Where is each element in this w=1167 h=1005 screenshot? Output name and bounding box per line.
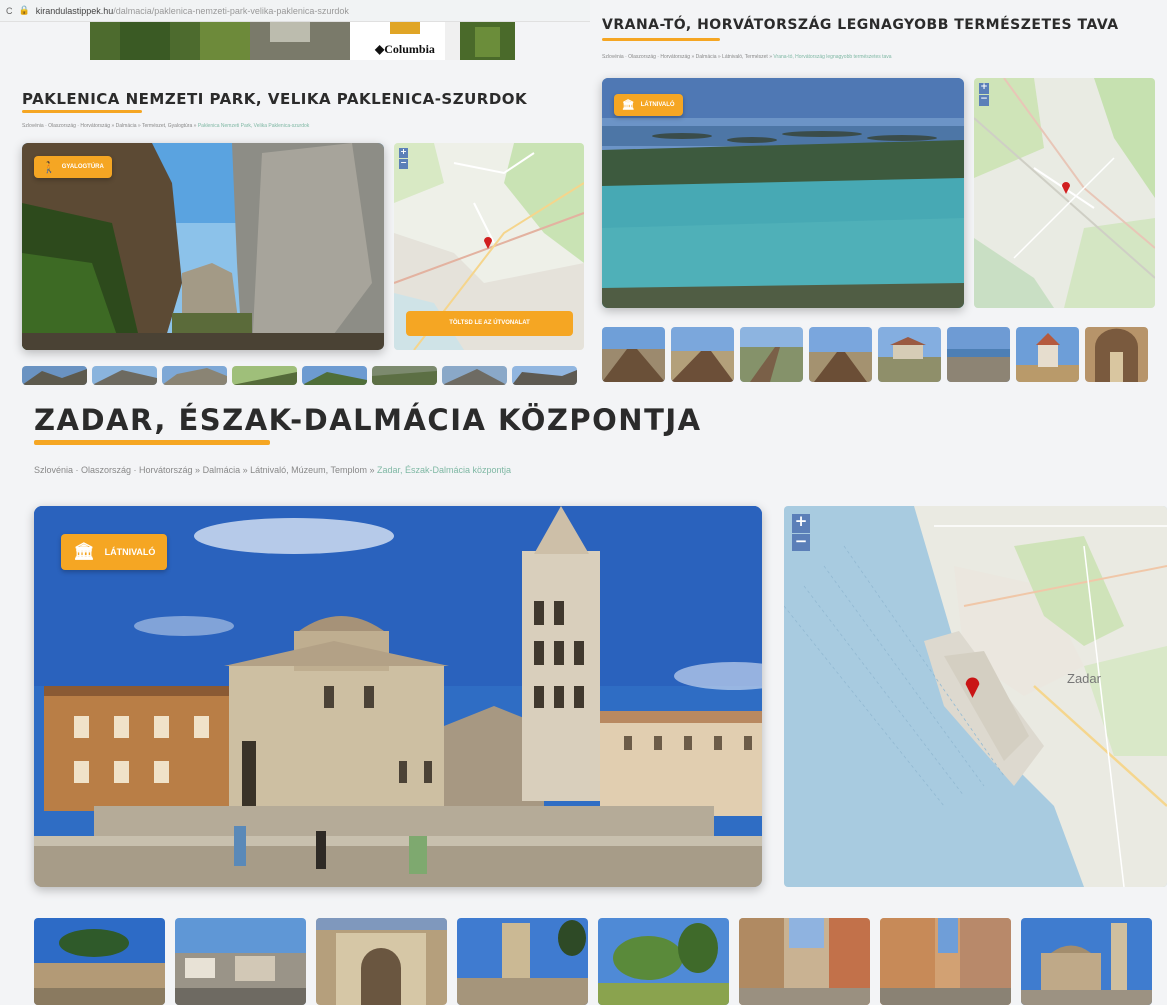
page-title: ZADAR, ÉSZAK-DALMÁCIA KÖZPONTJA [34,403,702,437]
title-underline [22,110,142,113]
zoom-out-button[interactable]: − [792,534,810,551]
title-underline [34,440,270,445]
download-route-button[interactable]: TÖLTSD LE AZ ÚTVONALAT [406,311,573,336]
zoom-out-button[interactable]: − [399,159,408,169]
zoom-in-button[interactable]: + [979,83,989,94]
thumbnail[interactable] [598,918,729,1005]
category-badge[interactable]: 🏛 LÁTNIVALÓ [61,534,168,570]
zoom-out-button[interactable]: − [979,95,989,106]
map-zoom-control[interactable]: + − [979,83,989,106]
landmark-icon: 🏛 [73,542,95,561]
thumbnail[interactable] [947,327,1010,382]
zoom-in-button[interactable]: + [399,148,408,158]
map-pin-icon[interactable] [1061,180,1071,194]
ad-banner[interactable]: ◆Columbia [90,22,515,60]
title-underline [602,38,720,41]
thumbnail[interactable] [162,366,227,385]
url-text[interactable]: kirandulastippek.hu/dalmacia/paklenica-n… [36,6,349,16]
thumbnail[interactable] [671,327,734,382]
browser-address-bar[interactable]: C 🔒 kirandulastippek.hu/dalmacia/pakleni… [0,0,590,22]
thumbnail[interactable] [1085,327,1148,382]
panel-vrana: VRANA-TÓ, HORVÁTORSZÁG LEGNAGYOBB TERMÉS… [590,0,1167,385]
breadcrumb[interactable]: Szlovénia · Olaszország · Horvátország »… [34,465,934,475]
panel-paklenica: C 🔒 kirandulastippek.hu/dalmacia/pakleni… [0,0,590,385]
thumbnail-strip [34,918,1154,1005]
location-map[interactable]: + − TÖLTSD LE AZ ÚTVONALAT [394,143,584,350]
map-city-label: Zadar [1067,671,1101,686]
panel-zadar: ZADAR, ÉSZAK-DALMÁCIA KÖZPONTJA Szlovéni… [0,385,1167,1005]
breadcrumb[interactable]: Szlovénia · Olaszország · Horvátország »… [22,123,582,129]
thumbnail[interactable] [739,918,870,1005]
thumbnail[interactable] [878,327,941,382]
thumbnail[interactable] [602,327,665,382]
ad-brand-text: ◆Columbia [375,42,435,56]
hero-photo[interactable]: 🏛 LÁTNIVALÓ [34,506,762,887]
thumbnail-strip [602,327,1157,382]
landmark-icon: 🏛 [622,99,635,111]
lock-icon: 🔒 [18,5,30,15]
thumbnail[interactable] [34,918,165,1005]
reload-icon[interactable]: C [6,6,13,16]
thumbnail[interactable] [92,366,157,385]
map-zoom-control[interactable]: + − [792,514,810,551]
zoom-in-button[interactable]: + [792,514,810,533]
thumbnail[interactable] [442,366,507,385]
map-pin-icon[interactable] [964,674,981,698]
thumbnail[interactable] [302,366,367,385]
thumbnail[interactable] [1021,918,1152,1005]
thumbnail[interactable] [316,918,447,1005]
thumbnail[interactable] [880,918,1011,1005]
location-map[interactable]: + − Zadar [784,506,1167,887]
thumbnail[interactable] [372,366,437,385]
thumbnail[interactable] [175,918,306,1005]
thumbnail[interactable] [457,918,588,1005]
hero-photo[interactable]: 🚶 GYALOGTÚRA [22,143,384,350]
thumbnail-strip [22,366,584,385]
thumbnail[interactable] [22,366,87,385]
thumbnail[interactable] [1016,327,1079,382]
hiker-icon: 🚶 [42,161,56,174]
page-title: VRANA-TÓ, HORVÁTORSZÁG LEGNAGYOBB TERMÉS… [602,17,1119,33]
thumbnail[interactable] [232,366,297,385]
hero-photo[interactable]: 🏛 LÁTNIVALÓ [602,78,964,308]
map-pin-icon[interactable] [483,235,493,249]
thumbnail[interactable] [740,327,803,382]
category-badge[interactable]: 🚶 GYALOGTÚRA [34,156,112,178]
map-zoom-control[interactable]: + − [399,148,408,169]
page-title: PAKLENICA NEMZETI PARK, VELIKA PAKLENICA… [22,90,528,108]
thumbnail[interactable] [809,327,872,382]
location-map[interactable]: + − [974,78,1155,308]
thumbnail[interactable] [512,366,577,385]
breadcrumb[interactable]: Szlovénia · Olaszország · Horvátország »… [602,54,1157,60]
category-badge[interactable]: 🏛 LÁTNIVALÓ [614,94,683,116]
